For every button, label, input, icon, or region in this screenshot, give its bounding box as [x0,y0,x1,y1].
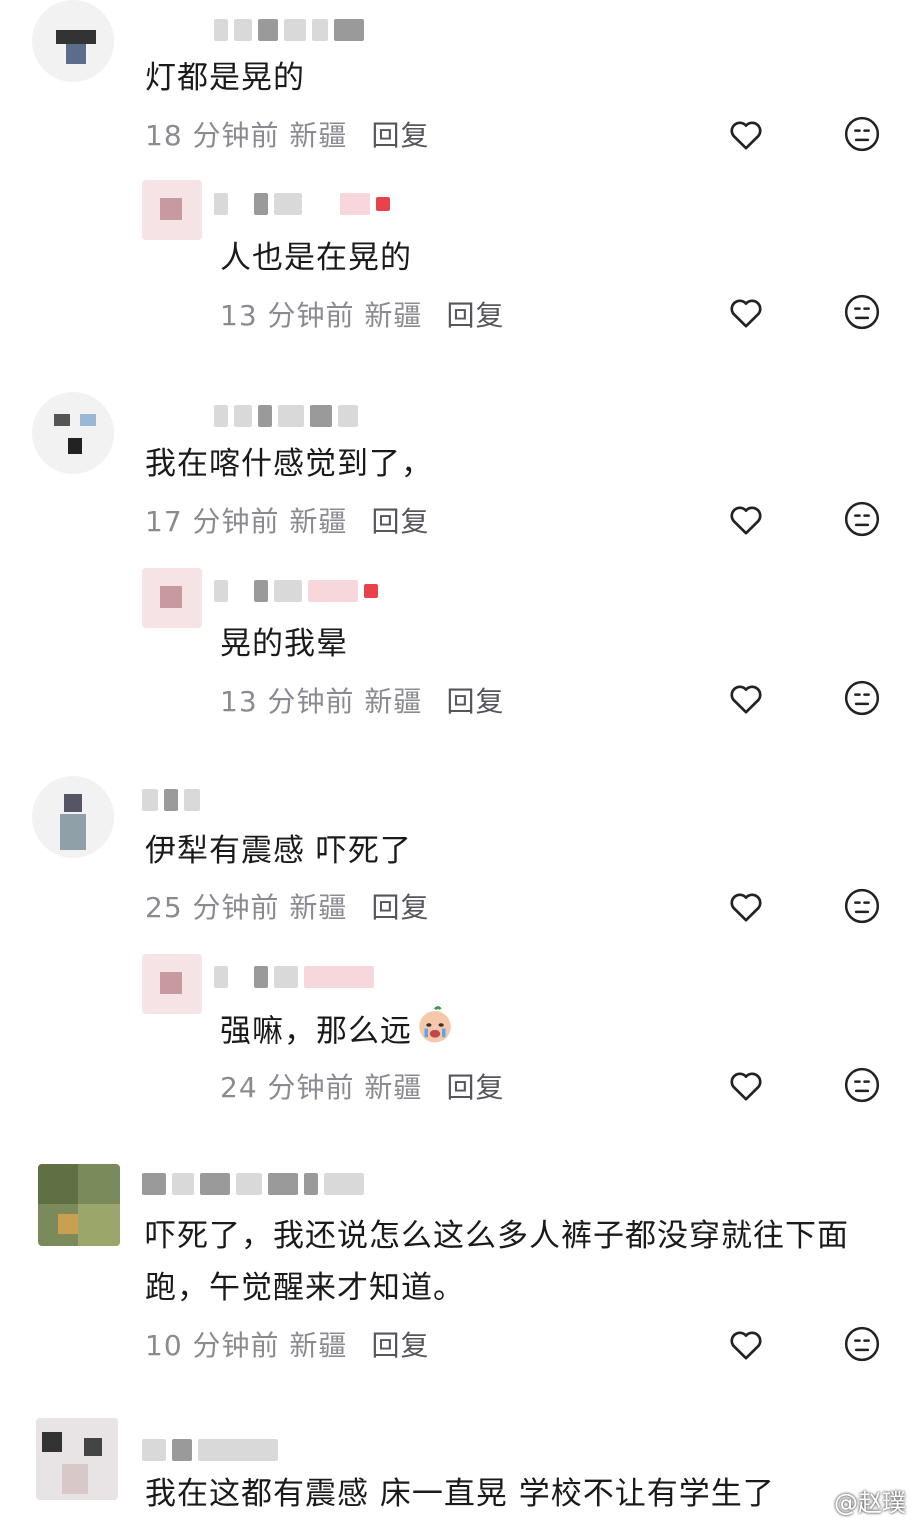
username-blurred[interactable] [214,577,378,605]
time-location: 10 分钟前 新疆 [145,1329,348,1362]
reply-button[interactable]: 回复 [371,891,429,924]
meh-face-icon[interactable] [840,1322,884,1366]
username-blurred[interactable] [214,402,358,430]
comment-meta: 10 分钟前 新疆 回复 [145,1324,429,1364]
avatar[interactable] [142,180,202,240]
heart-outline-icon[interactable] [724,676,768,720]
reply-meta: 13 分钟前 新疆 回复 [220,294,504,334]
reply-text: 强嘛，那么远 [220,1004,456,1062]
avatar[interactable] [38,1164,120,1246]
reply-button[interactable]: 回复 [446,1071,504,1104]
comment-text-line-2: 跑，午觉醒来才知道。 [145,1270,465,1306]
reply-button[interactable]: 回复 [371,119,429,152]
time-location: 24 分钟前 新疆 [220,1071,423,1104]
username-blurred[interactable] [214,16,364,44]
username-blurred[interactable] [214,190,390,218]
reply-meta: 24 分钟前 新疆 回复 [220,1066,504,1106]
reply-text: 人也是在晃的 [220,240,412,276]
comment-text: 灯都是晃的 [145,60,305,96]
time-location: 17 分钟前 新疆 [145,505,348,538]
time-location: 13 分钟前 新疆 [220,299,423,332]
username-blurred[interactable] [214,963,374,991]
avatar[interactable] [32,776,114,858]
reply-text-content: 强嘛，那么远 [220,1013,412,1050]
username-blurred[interactable] [142,1170,364,1198]
comment-text-line-1: 吓死了，我还说怎么这么多人裤子都没穿就往下面 [145,1218,849,1254]
heart-outline-icon[interactable] [724,1063,768,1107]
avatar[interactable] [32,0,114,82]
reply-button[interactable]: 回复 [371,1329,429,1362]
heart-outline-icon[interactable] [724,112,768,156]
time-location: 25 分钟前 新疆 [145,891,348,924]
meh-face-icon[interactable] [840,1063,884,1107]
heart-outline-icon[interactable] [724,884,768,928]
reply-button[interactable]: 回复 [446,685,504,718]
avatar[interactable] [32,392,114,474]
weibo-logo-icon [800,1482,830,1518]
heart-outline-icon[interactable] [724,290,768,334]
meh-face-icon[interactable] [840,676,884,720]
watermark-text: @赵璞 [834,1488,906,1517]
crying-face-icon [414,1004,456,1062]
comment-meta: 17 分钟前 新疆 回复 [145,500,429,540]
reply-text: 晃的我晕 [220,626,348,662]
meh-face-icon[interactable] [840,497,884,541]
time-location: 13 分钟前 新疆 [220,685,423,718]
avatar[interactable] [142,954,202,1014]
watermark: @赵璞 [800,1482,906,1518]
reply-button[interactable]: 回复 [371,505,429,538]
avatar[interactable] [142,568,202,628]
comment-text: 我在喀什感觉到了， [145,446,433,482]
time-location: 18 分钟前 新疆 [145,119,348,152]
comment-text: 伊犁有震感 吓死了 [145,833,412,869]
reply-button[interactable]: 回复 [446,299,504,332]
comment-meta: 25 分钟前 新疆 回复 [145,886,429,926]
heart-outline-icon[interactable] [724,1322,768,1366]
username-blurred[interactable] [142,786,200,814]
comment-text: 我在这都有震感 床一直晃 学校不让有学生了 [145,1476,775,1512]
reply-meta: 13 分钟前 新疆 回复 [220,680,504,720]
username-blurred[interactable] [142,1436,278,1464]
avatar[interactable] [36,1418,118,1500]
meh-face-icon[interactable] [840,112,884,156]
comment-meta: 18 分钟前 新疆 回复 [145,114,429,154]
meh-face-icon[interactable] [840,884,884,928]
meh-face-icon[interactable] [840,290,884,334]
heart-outline-icon[interactable] [724,497,768,541]
